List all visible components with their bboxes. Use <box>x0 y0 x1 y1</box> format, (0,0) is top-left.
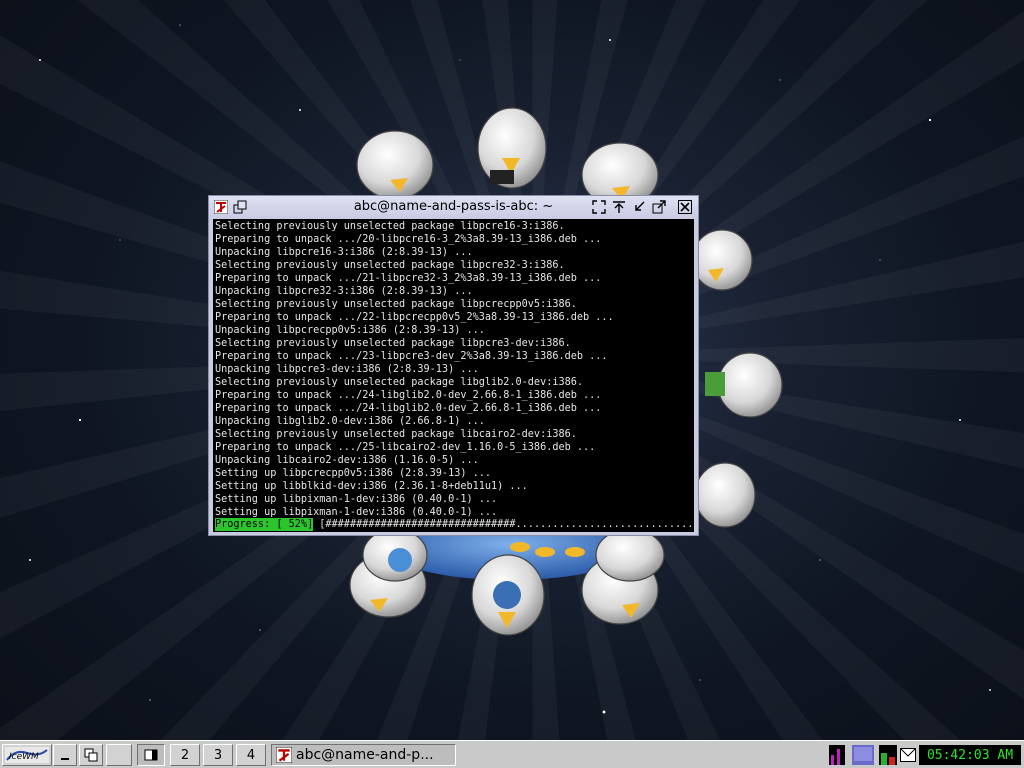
workspace-2-button[interactable]: 2 <box>170 744 200 766</box>
icewm-logo-icon: IceWM <box>5 747 49 763</box>
network-monitor-icon[interactable] <box>851 745 875 765</box>
terminal-line: Preparing to unpack .../24-libglib2.0-de… <box>215 390 602 401</box>
terminal-line: Preparing to unpack .../23-libpcre3-dev_… <box>215 351 608 362</box>
terminal-task-icon <box>276 747 292 763</box>
minimize-icon[interactable] <box>632 200 646 214</box>
progress-label: Progress: [ 52%] <box>215 518 314 531</box>
workspace-1-button[interactable]: 1 <box>137 744 165 766</box>
workspace-4-button[interactable]: 4 <box>236 744 266 766</box>
close-icon[interactable] <box>678 200 692 214</box>
rollup-icon[interactable] <box>612 200 626 214</box>
terminal-line: Unpacking libpcre16-3:i386 (2:8.39-13) .… <box>215 247 473 258</box>
terminal-line: Setting up libpixman-1-dev:i386 (0.40.0-… <box>215 494 498 505</box>
task-button-terminal[interactable]: abc@name-and-p... <box>271 744 456 766</box>
mail-icon[interactable] <box>899 745 917 765</box>
terminal-window[interactable]: abc@name-and-pass-is-abc: ~ Selecting pr… <box>208 195 699 536</box>
terminal-line: Preparing to unpack .../21-libpcre32-3_2… <box>215 273 602 284</box>
terminal-line: Unpacking libpcre3-dev:i386 (2:8.39-13) … <box>215 364 479 375</box>
minimize-all-icon <box>61 758 69 760</box>
terminal-line: Setting up libpixman-1-dev:i386 (0.40.0-… <box>215 507 498 518</box>
terminal-line: Unpacking libpcre32-3:i386 (2:8.39-13) .… <box>215 286 473 297</box>
terminal-output[interactable]: Selecting previously unselected package … <box>213 219 694 532</box>
cpu-monitor-icon[interactable] <box>828 745 846 765</box>
window-list-icon <box>84 748 98 762</box>
terminal-line: Preparing to unpack .../22-libpcrecpp0v5… <box>215 312 614 323</box>
terminal-line: Setting up libpcrecpp0v5:i386 (2:8.39-13… <box>215 468 492 479</box>
terminal-line: Selecting previously unselected package … <box>215 221 565 232</box>
terminal-line: Selecting previously unselected package … <box>215 299 577 310</box>
terminal-line: Unpacking libglib2.0-dev:i386 (2.66.8-1)… <box>215 416 485 427</box>
taskbar: IceWM 1 2 3 4 abc@name-and-p... 05:42:03… <box>0 740 1024 768</box>
terminal-line: Selecting previously unselected package … <box>215 260 565 271</box>
window-titlebar[interactable]: abc@name-and-pass-is-abc: ~ <box>209 196 698 219</box>
memory-monitor-icon[interactable] <box>878 745 898 765</box>
workspace-1-icon <box>144 749 158 761</box>
maximize-icon[interactable] <box>652 200 666 214</box>
start-menu-button[interactable]: IceWM <box>2 744 52 766</box>
show-desktop-button[interactable] <box>53 744 77 766</box>
terminal-line: Preparing to unpack .../20-libpcre16-3_2… <box>215 234 602 245</box>
terminal-line: Unpacking libcairo2-dev:i386 (1.16.0-5) … <box>215 455 479 466</box>
terminal-text: Selecting previously unselected package … <box>215 220 614 519</box>
terminal-line: Selecting previously unselected package … <box>215 338 571 349</box>
terminal-line: Unpacking libpcrecpp0v5:i386 (2:8.39-13)… <box>215 325 485 336</box>
empty-button[interactable] <box>106 744 132 766</box>
progress-row: Progress: [ 52%] [######################… <box>215 518 694 531</box>
workspace-3-button[interactable]: 3 <box>203 744 233 766</box>
fullscreen-icon[interactable] <box>592 200 606 214</box>
progress-bar: [###############################........… <box>313 519 694 530</box>
svg-text:IceWM: IceWM <box>9 752 39 762</box>
terminal-line: Selecting previously unselected package … <box>215 429 577 440</box>
terminal-line: Selecting previously unselected package … <box>215 377 584 388</box>
terminal-line: Preparing to unpack .../24-libglib2.0-de… <box>215 403 602 414</box>
terminal-line: Setting up libblkid-dev:i386 (2.36.1-8+d… <box>215 481 528 492</box>
terminal-line: Preparing to unpack .../25-libcairo2-dev… <box>215 442 596 453</box>
task-button-label: abc@name-and-p... <box>296 747 434 763</box>
clock[interactable]: 05:42:03 AM <box>919 745 1021 765</box>
window-list-button[interactable] <box>79 744 103 766</box>
